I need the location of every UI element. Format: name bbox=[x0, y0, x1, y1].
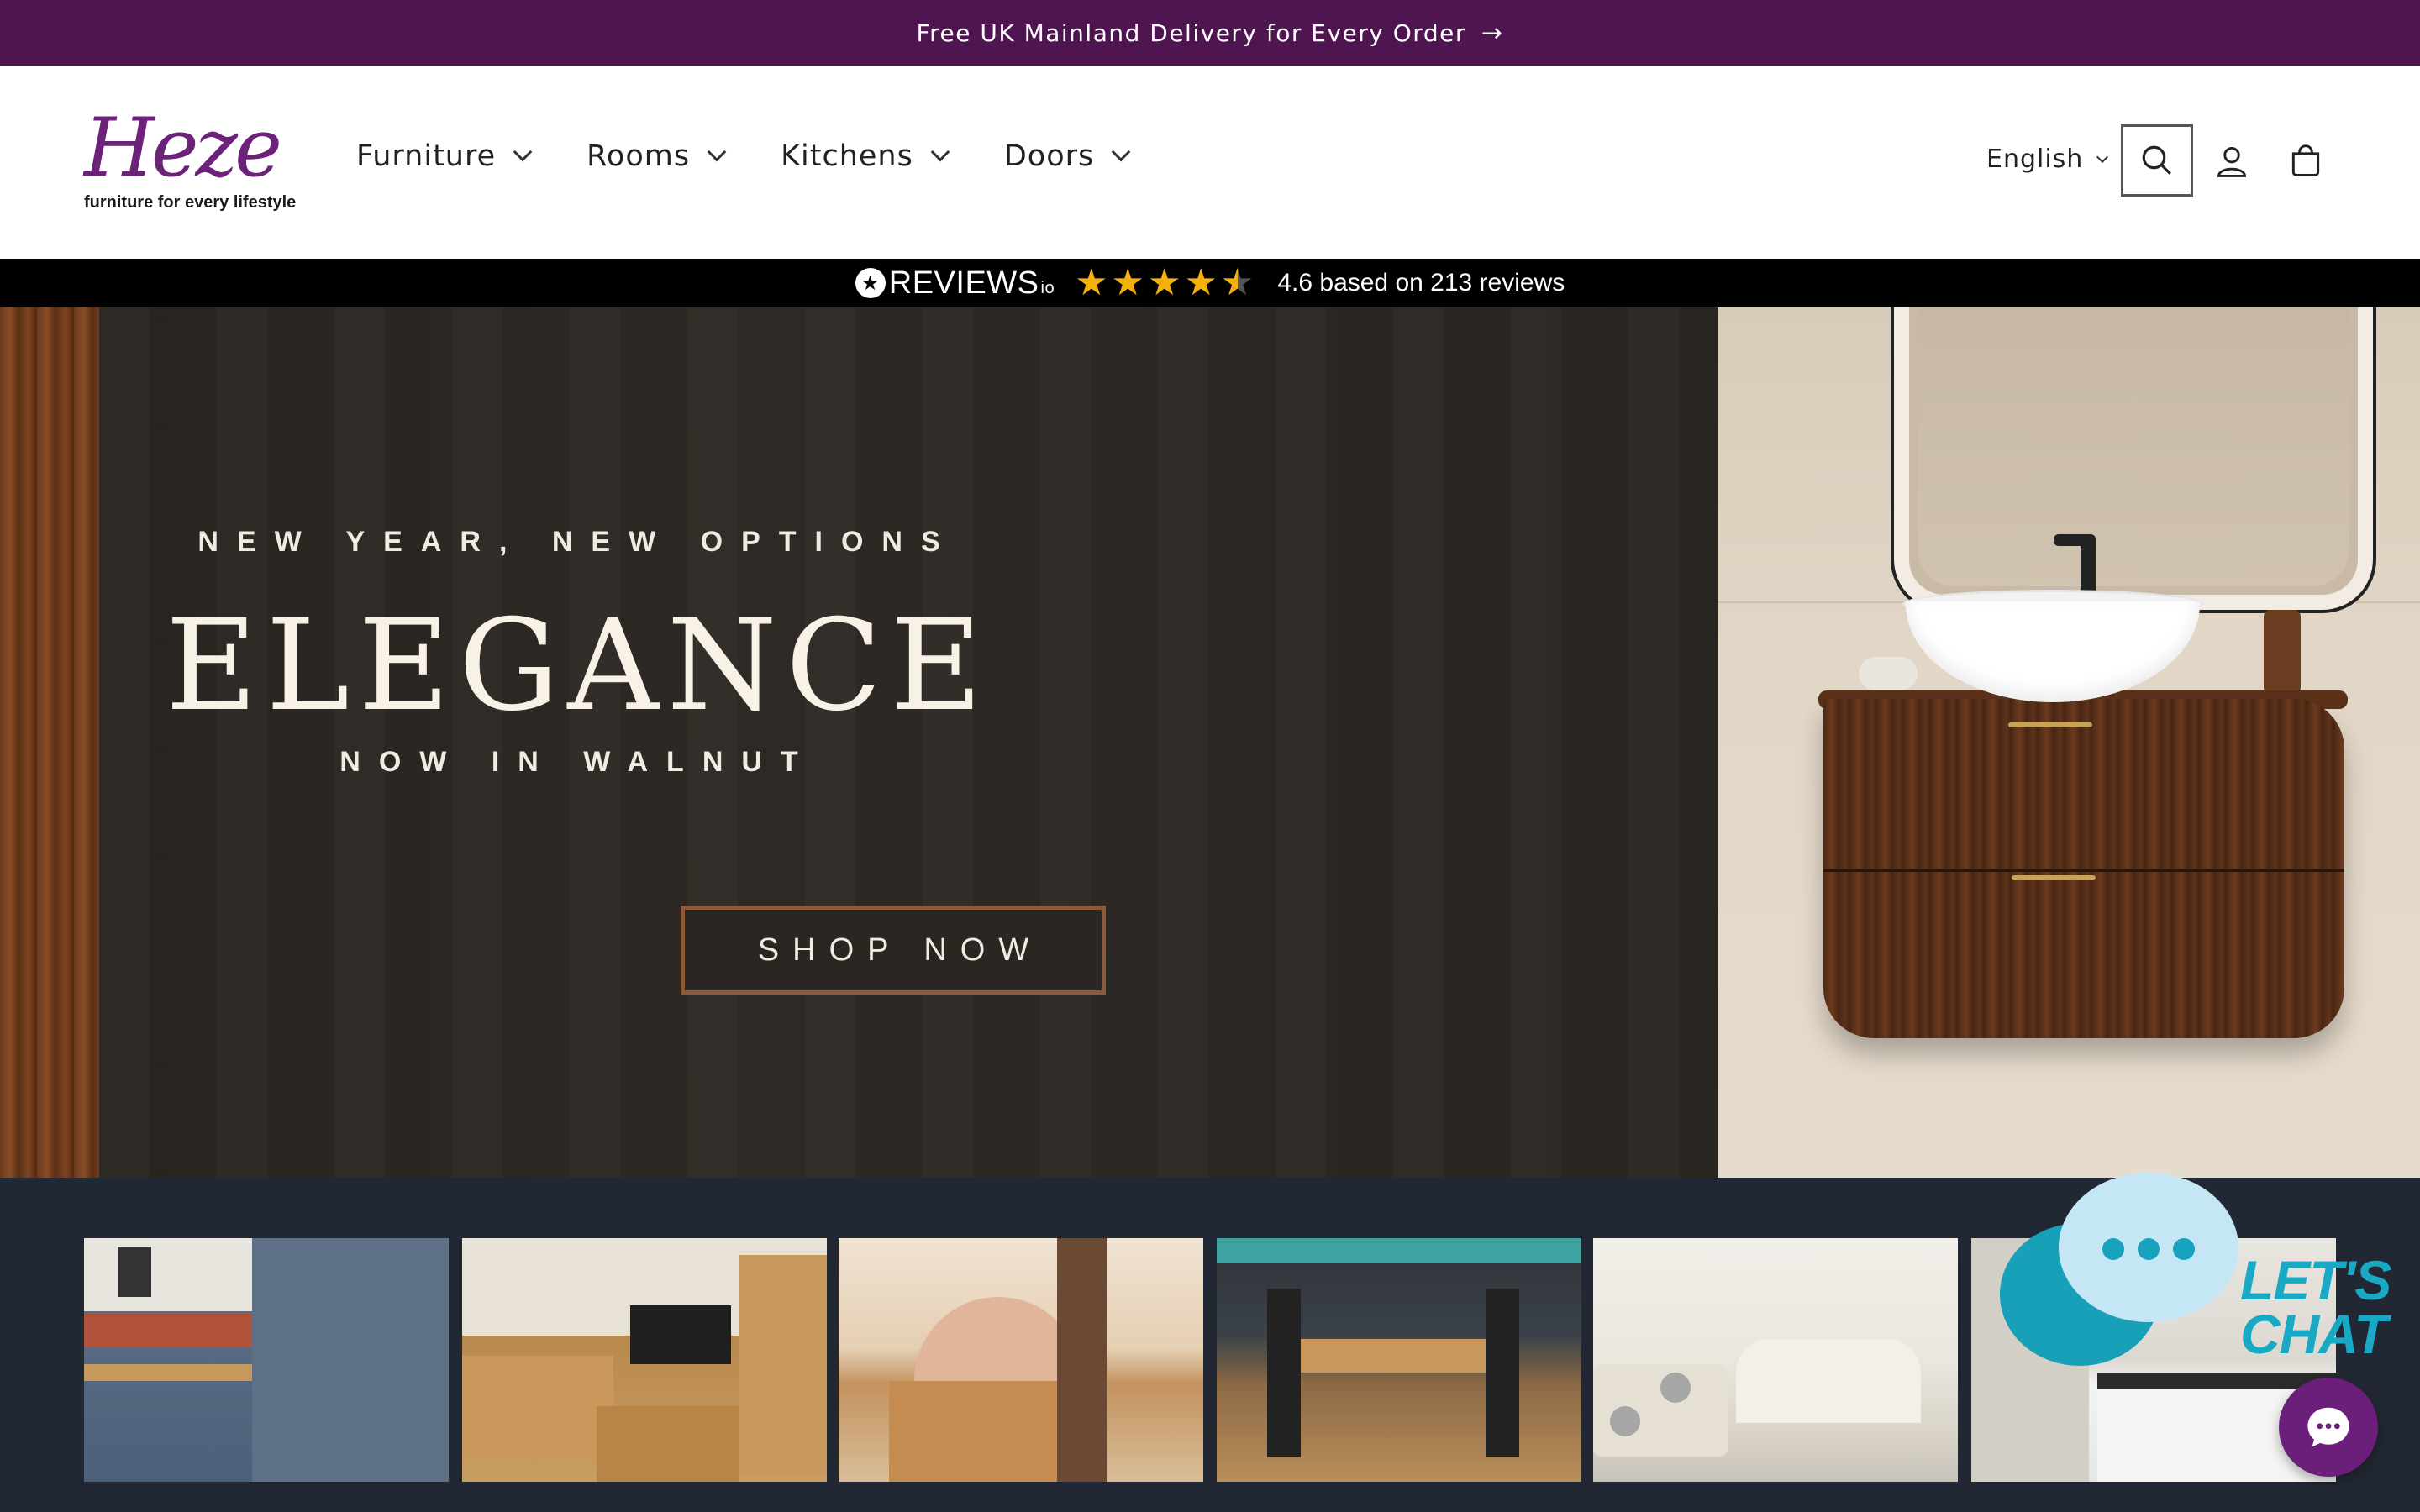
language-label: English bbox=[1986, 144, 2084, 174]
chevron-down-icon bbox=[513, 142, 533, 162]
main-nav: Furniture Rooms Kitchens Doors bbox=[356, 139, 1185, 173]
drawer-handle bbox=[2012, 875, 2096, 880]
star-icon: ★ bbox=[1111, 261, 1144, 304]
half-star-icon: ★ bbox=[1221, 265, 1254, 302]
reviews-bar[interactable]: ★ REVIEWS io ★ ★ ★ ★ ★ 4.6 based on 213 … bbox=[0, 259, 2420, 307]
lets-chat-graphic[interactable]: LET'S CHAT bbox=[1993, 1173, 2396, 1374]
account-button[interactable] bbox=[2200, 129, 2264, 193]
gallery-item-kids-room[interactable] bbox=[1593, 1238, 1958, 1482]
reviews-star-badge-icon: ★ bbox=[855, 268, 886, 298]
gallery-item-dining-room[interactable] bbox=[1217, 1238, 1581, 1482]
reviews-logo: ★ REVIEWS io bbox=[855, 265, 1055, 302]
site-header: Heze furniture for every lifestyle Furni… bbox=[0, 66, 2420, 259]
nav-item-rooms[interactable]: Rooms bbox=[587, 139, 727, 173]
hero-subline: NOW IN WALNUT bbox=[339, 746, 817, 778]
reviews-summary: 4.6 based on 213 reviews bbox=[1277, 269, 1565, 297]
nav-label: Kitchens bbox=[781, 139, 913, 173]
shop-now-button[interactable]: SHOP NOW bbox=[681, 906, 1106, 995]
gallery-item-bedroom[interactable] bbox=[839, 1238, 1203, 1482]
announcement-bar[interactable]: Free UK Mainland Delivery for Every Orde… bbox=[0, 0, 2420, 66]
star-icon: ★ bbox=[1184, 261, 1218, 304]
bathroom-vanity-image bbox=[1718, 307, 2420, 1178]
star-icon: ★ bbox=[1075, 261, 1108, 304]
search-button[interactable] bbox=[2121, 124, 2193, 197]
wood-panel-image bbox=[0, 307, 99, 1178]
nav-item-doors[interactable]: Doors bbox=[1003, 139, 1131, 173]
chevron-down-icon bbox=[2096, 150, 2109, 163]
chat-bubble-front bbox=[2059, 1173, 2238, 1322]
gallery-item-kitchen[interactable] bbox=[84, 1238, 449, 1482]
basin bbox=[1906, 601, 2200, 702]
logo[interactable]: Heze furniture for every lifestyle bbox=[84, 108, 302, 217]
cart-icon bbox=[2291, 144, 2320, 176]
chevron-down-icon bbox=[1111, 142, 1131, 162]
announcement-text[interactable]: Free UK Mainland Delivery for Every Orde… bbox=[917, 19, 1466, 47]
nav-label: Furniture bbox=[356, 139, 497, 173]
arrow-right-icon: → bbox=[1481, 18, 1504, 48]
star-icon: ★ bbox=[1147, 261, 1181, 304]
logo-wordmark: Heze bbox=[84, 101, 282, 195]
towel bbox=[1859, 657, 1918, 690]
lets-chat-line1: LET'S bbox=[2240, 1249, 2391, 1311]
cart-button[interactable] bbox=[2274, 129, 2338, 193]
nav-item-furniture[interactable]: Furniture bbox=[356, 139, 533, 173]
nav-item-kitchens[interactable]: Kitchens bbox=[781, 139, 950, 173]
chat-bubble-icon bbox=[2307, 1407, 2349, 1447]
hero-banner[interactable]: NEW YEAR, NEW OPTIONS ELEGANCE NOW IN WA… bbox=[0, 307, 2420, 1178]
chevron-down-icon bbox=[707, 142, 727, 162]
hero-headline: ELEGANCE bbox=[165, 593, 992, 739]
lets-chat-line2: CHAT bbox=[2240, 1303, 2387, 1365]
chat-launcher-button[interactable] bbox=[2279, 1378, 2378, 1477]
reviews-brand-suffix: io bbox=[1040, 278, 1055, 297]
gallery-item-living-room[interactable] bbox=[462, 1238, 827, 1482]
rating-stars: ★ ★ ★ ★ ★ bbox=[1075, 265, 1257, 302]
mirror bbox=[1894, 307, 2373, 610]
reviews-brand: REVIEWS bbox=[888, 265, 1039, 301]
account-icon bbox=[2217, 146, 2247, 177]
drawer-divider bbox=[1823, 869, 2344, 872]
nav-label: Doors bbox=[1003, 139, 1095, 173]
chevron-down-icon bbox=[930, 142, 950, 162]
hero-kicker: NEW YEAR, NEW OPTIONS bbox=[197, 526, 959, 558]
drawer-handle bbox=[2008, 722, 2092, 727]
logo-tagline: furniture for every lifestyle bbox=[84, 193, 297, 212]
soap-bottle bbox=[2264, 610, 2301, 694]
lets-chat-text: LET'S CHAT bbox=[2240, 1249, 2391, 1365]
search-icon bbox=[2142, 145, 2171, 175]
hero-copy: NEW YEAR, NEW OPTIONS ELEGANCE NOW IN WA… bbox=[99, 307, 1696, 1178]
language-selector[interactable]: English bbox=[1986, 144, 2109, 174]
nav-label: Rooms bbox=[587, 139, 691, 173]
